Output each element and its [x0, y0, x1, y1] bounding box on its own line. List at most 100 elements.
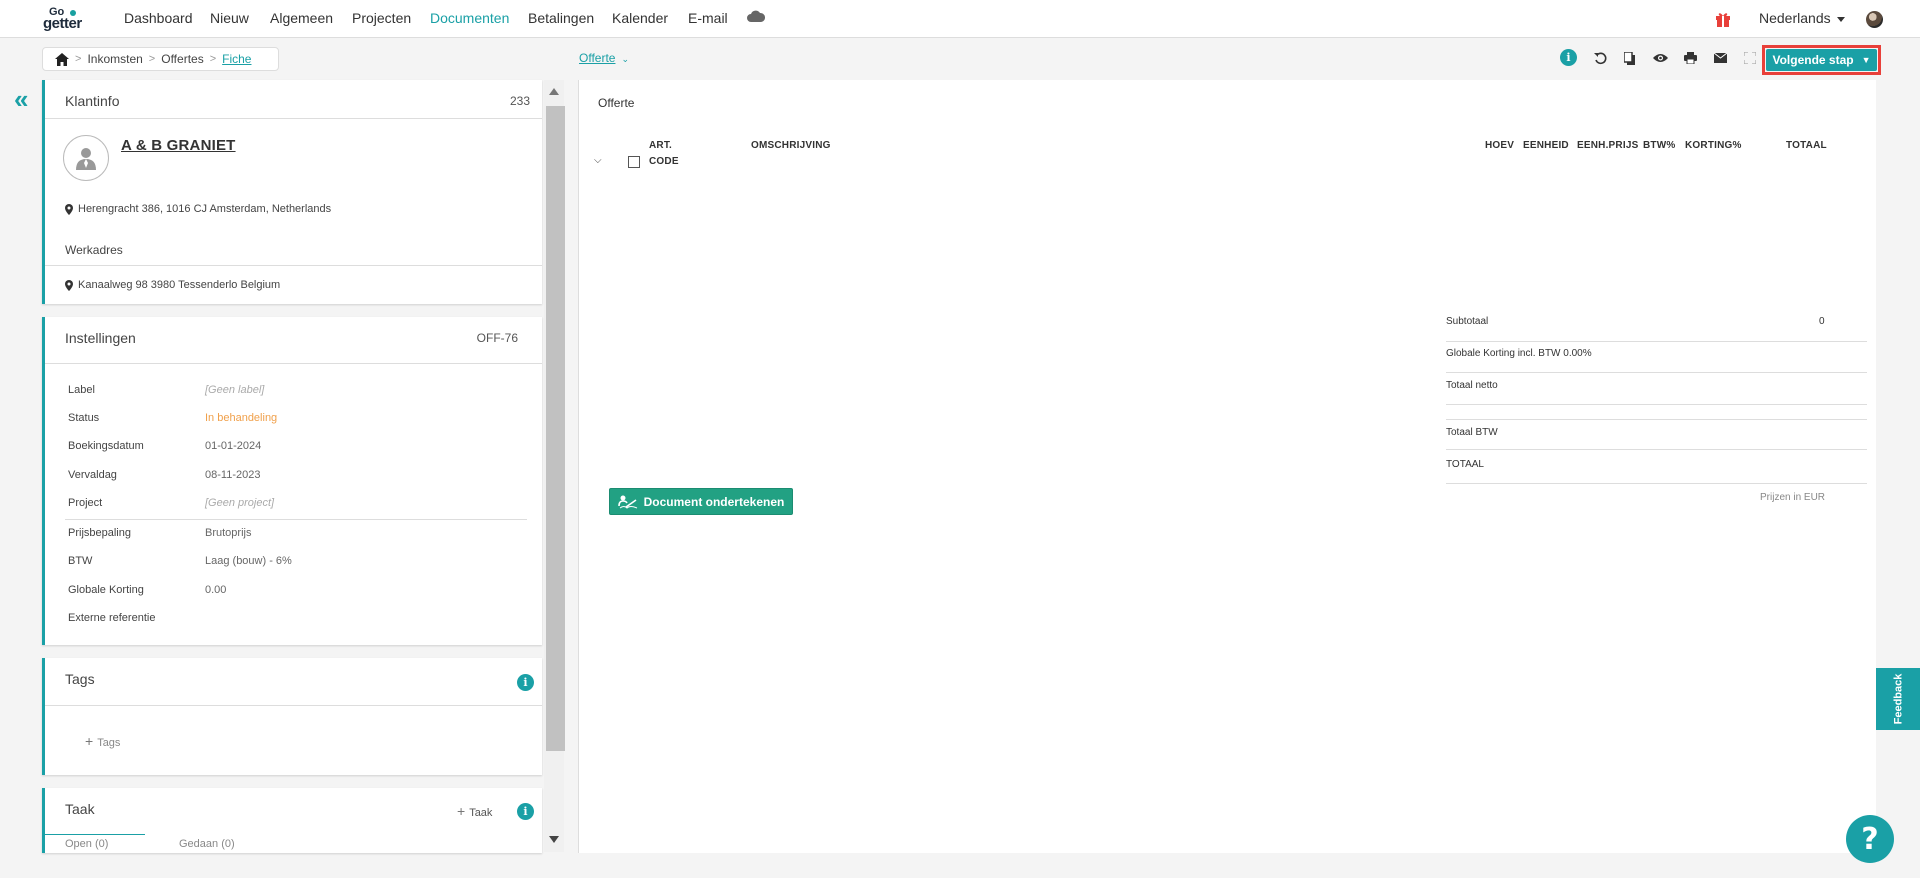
gogetter-logo[interactable]: Go getter [43, 6, 103, 32]
tab-done[interactable]: Gedaan (0) [179, 838, 235, 850]
nav-dashboard[interactable]: Dashboard [124, 10, 193, 26]
document-editor: Offerte ART. CODE OMSCHRIJVING HOEV EENH… [578, 80, 1876, 853]
add-tags-button[interactable]: + Tags [85, 733, 120, 749]
plus-icon: + [85, 733, 94, 749]
col-vat: BTW% [1643, 140, 1676, 151]
select-all-checkbox[interactable] [628, 156, 640, 168]
divider [45, 265, 542, 266]
preview-eye-icon[interactable] [1652, 50, 1668, 66]
setting-label: Prijsbepaling [68, 527, 131, 539]
document-title: Offerte [598, 96, 635, 110]
info-icon[interactable]: i [517, 803, 534, 820]
nav-email[interactable]: E-mail [688, 10, 728, 26]
fullscreen-icon[interactable] [1742, 50, 1758, 66]
divider [1446, 483, 1867, 484]
breadcrumb: > Inkomsten > Offertes > Fiche [42, 47, 279, 71]
language-label: Nederlands [1759, 10, 1831, 26]
col-quantity: HOEV [1485, 140, 1515, 151]
nav-betalingen[interactable]: Betalingen [528, 10, 594, 26]
setting-label: Project [68, 497, 103, 509]
home-icon[interactable] [55, 52, 69, 66]
subtotal-value: 0 [1819, 316, 1825, 327]
document-code: OFF-76 [476, 331, 518, 345]
scrollbar-thumb[interactable] [546, 106, 565, 751]
currency-note: Prijzen in EUR [1760, 492, 1826, 503]
project-value[interactable]: [Geen project] [205, 497, 274, 509]
info-icon[interactable]: i [1560, 49, 1577, 66]
breadcrumb-current[interactable]: Fiche [222, 52, 251, 66]
feedback-tab[interactable]: Feedback [1876, 668, 1920, 730]
col-total: TOTAAL [1786, 140, 1827, 151]
breadcrumb-offertes[interactable]: Offertes [161, 52, 203, 66]
divider [45, 705, 542, 706]
subtotal-label: Subtotaal [1446, 316, 1489, 327]
settings-panel: Instellingen OFF-76 Label [Geen label] S… [42, 317, 542, 645]
collapse-sidebar-icon[interactable]: « [14, 86, 34, 112]
setting-label-value[interactable]: [Geen label] [205, 384, 264, 396]
language-selector[interactable]: Nederlands [1759, 10, 1845, 26]
work-address-label: Werkadres [65, 243, 123, 257]
breadcrumb-separator: > [148, 53, 156, 65]
net-total-label: Totaal netto [1446, 380, 1498, 391]
vat-total-label: Totaal BTW [1446, 427, 1498, 438]
next-step-button[interactable]: Volgende stap ▼ [1766, 49, 1877, 71]
document-type-label: Offerte [579, 51, 616, 65]
divider [45, 363, 542, 364]
sign-document-button[interactable]: Document ondertekenen [609, 488, 793, 515]
document-type-dropdown[interactable]: Offerte ⌄ [579, 51, 629, 65]
sign-document-label: Document ondertekenen [643, 494, 785, 509]
divider [1446, 404, 1867, 405]
nav-algemeen[interactable]: Algemeen [270, 10, 333, 26]
map-pin-icon [65, 204, 73, 215]
col-art-code-2: CODE [649, 156, 679, 167]
logo-text-bottom: getter [43, 15, 82, 32]
add-task-button[interactable]: + Taak [457, 803, 492, 819]
nav-documenten[interactable]: Documenten [430, 10, 509, 26]
top-navbar: Go getter Dashboard Nieuw Algemeen Proje… [0, 0, 1920, 38]
tab-open[interactable]: Open (0) [65, 838, 108, 850]
client-info-panel: Klantinfo 233 A & B GRANIET Herengracht … [42, 80, 542, 304]
scroll-down-arrow-icon[interactable] [549, 836, 559, 843]
info-icon[interactable]: i [517, 674, 534, 691]
booking-date-value[interactable]: 01-01-2024 [205, 440, 261, 452]
chevron-down-icon: ⌄ [621, 54, 630, 64]
scroll-up-arrow-icon[interactable] [549, 88, 559, 95]
help-button[interactable]: ? [1846, 815, 1894, 863]
divider [1446, 419, 1867, 420]
col-discount: KORTING% [1685, 140, 1742, 151]
cloud-icon[interactable] [747, 10, 765, 22]
nav-nieuw[interactable]: Nieuw [210, 10, 249, 26]
copy-icon[interactable] [1622, 50, 1638, 66]
due-date-value[interactable]: 08-11-2023 [205, 469, 260, 481]
panel-title: Klantinfo [65, 93, 120, 109]
nav-kalender[interactable]: Kalender [612, 10, 668, 26]
setting-label: BTW [68, 555, 93, 567]
panel-title: Tags [65, 671, 95, 687]
chevron-down-icon[interactable]: ⌵ [594, 155, 602, 166]
next-step-label: Volgende stap [1772, 53, 1854, 67]
setting-label: Vervaldag [68, 469, 117, 481]
vat-value[interactable]: Laag (bouw) - 6% [205, 555, 292, 567]
col-unit: EENHEID [1523, 140, 1569, 151]
setting-label: Label [68, 384, 95, 396]
divider [65, 519, 527, 520]
print-icon[interactable] [1682, 50, 1698, 66]
undo-icon[interactable] [1592, 50, 1608, 66]
global-discount-value[interactable]: 0.00 [205, 584, 226, 596]
mail-icon[interactable] [1712, 50, 1728, 66]
col-art-code: ART. [649, 140, 673, 151]
work-address: Kanaalweg 98 3980 Tessenderlo Belgium [78, 279, 281, 291]
breadcrumb-inkomsten[interactable]: Inkomsten [87, 52, 142, 66]
user-avatar[interactable] [1866, 11, 1883, 28]
client-address: Herengracht 386, 1016 CJ Amsterdam, Neth… [78, 203, 332, 215]
divider [1446, 341, 1867, 342]
active-tab-indicator [45, 834, 145, 835]
feedback-label: Feedback [1892, 673, 1904, 725]
client-avatar-placeholder [63, 135, 109, 181]
pricing-value[interactable]: Brutoprijs [205, 527, 251, 539]
nav-projecten[interactable]: Projecten [352, 10, 411, 26]
gift-icon[interactable] [1715, 11, 1731, 27]
status-value[interactable]: In behandeling [205, 412, 277, 424]
client-name-link[interactable]: A & B GRANIET [121, 137, 236, 154]
panel-title: Instellingen [65, 330, 136, 346]
